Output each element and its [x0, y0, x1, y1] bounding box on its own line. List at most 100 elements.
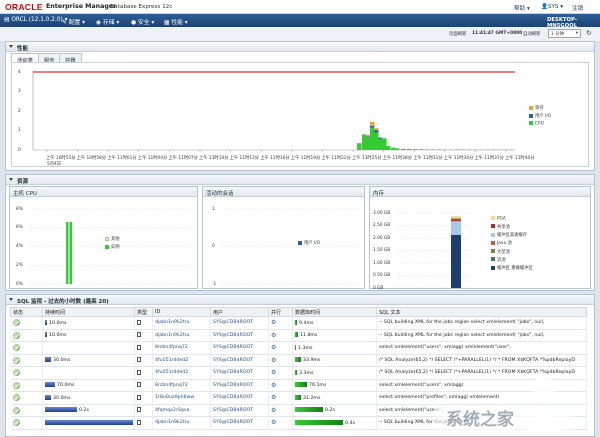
db-time-bar — [295, 344, 296, 350]
duration-value: 30.0ms — [53, 395, 71, 401]
col-duration[interactable]: 持续时间 — [42, 307, 135, 317]
user-link[interactable]: SYS@CDB$ROOT — [210, 366, 269, 380]
db-time-cell: 0.4s — [292, 416, 377, 430]
sessions-y-tick: -1 — [212, 281, 217, 287]
type-cell — [134, 391, 153, 405]
sql-text-cell: select xmlelement("users", xmlagg( xmlel… — [376, 341, 587, 355]
status-cell — [10, 341, 43, 355]
col-user[interactable]: 用户 — [210, 307, 269, 317]
sql-type-icon — [137, 419, 141, 425]
table-row[interactable]: 8rzbn4fpnq72 SYS@CDB$ROOT ⚙ 1.3ms select xml… — [10, 341, 587, 355]
sql-type-icon — [137, 369, 141, 375]
sql-text-cell: /* SQL Analyze(65,2) */ SELECT /*+PARALL… — [376, 354, 587, 367]
db-time-bar — [295, 419, 343, 425]
db-time-value: 9.4ms — [299, 320, 314, 326]
memory-bar-segment — [451, 218, 461, 219]
duration-cell: 10.0ms — [42, 329, 135, 342]
sql-id-link[interactable]: djabn1n9k2tru — [152, 329, 211, 342]
col-type[interactable]: 类型 — [134, 307, 153, 317]
memory-legend-label: 缓冲区 重做缓冲区 — [497, 266, 533, 272]
duration-cell: 0.2s — [42, 404, 135, 417]
duration-bar — [45, 407, 77, 413]
col-parallel[interactable]: 并行 — [268, 307, 293, 317]
sql-text-cell: -- SQL building XML for the jobs region … — [376, 316, 587, 330]
memory-legend-label: 大型池 — [497, 249, 510, 255]
user-link[interactable]: SYS@CDB$ROOT — [210, 391, 269, 405]
parallel-cell: ⚙ — [268, 366, 293, 380]
completed-check-icon — [12, 369, 20, 377]
memory-y-tick: 1.50 GB — [373, 248, 391, 253]
col-status[interactable]: 状态 — [10, 307, 43, 317]
col-sql-text[interactable]: SQL 文本 — [376, 307, 587, 317]
col-db-time[interactable]: 数据库时间 — [292, 307, 377, 317]
db-time-value: 11.8ms — [300, 333, 318, 339]
memory-bar-segment — [451, 235, 461, 288]
memory-legend-swatch — [491, 257, 495, 262]
completed-check-icon — [12, 406, 20, 414]
memory-legend-swatch — [491, 216, 495, 220]
sql-id-link[interactable]: djabn1n9k2tru — [152, 416, 211, 430]
memory-bar-segment — [451, 219, 461, 220]
memory-bar-segment — [451, 221, 461, 235]
duration-value: 30.0ms — [53, 358, 71, 364]
parallel-icon: ⚙ — [271, 319, 277, 327]
db-time-bar — [295, 332, 298, 338]
db-time-value: 0.2s — [325, 408, 335, 414]
user-link[interactable]: SYS@CDB$ROOT — [210, 341, 269, 355]
sql-id-link[interactable]: 4fqmqx2rSqva — [152, 404, 211, 417]
completed-check-icon — [12, 319, 20, 327]
cpu-y-tick: 0% — [16, 281, 23, 287]
parallel-cell: ⚙ — [268, 316, 293, 330]
db-time-cell: 76.1ms — [292, 379, 377, 392]
type-cell — [134, 366, 153, 380]
sql-id-link[interactable]: 4fu051rdded2 — [152, 366, 211, 380]
sql-id-link[interactable]: 8rzbn4fpnq72 — [152, 379, 211, 392]
memory-legend-item: 大型池 — [491, 249, 533, 255]
user-link[interactable]: SYS@CDB$ROOT — [210, 404, 269, 417]
user-link[interactable]: SYS@CDB$ROOT — [210, 316, 269, 330]
legend-instance-label: 实例 — [111, 245, 120, 250]
sql-id-link[interactable]: 8rzbn4fpnq72 — [152, 341, 211, 355]
user-link[interactable]: SYS@CDB$ROOT — [210, 354, 269, 367]
memory-legend-label: PGA — [497, 216, 506, 222]
memory-y-tick: 1.00 GB — [373, 260, 391, 266]
table-row[interactable]: 10.0ms djabn1n9k2tru SYS@CDB$ROOT ⚙ 9.4ms -- … — [10, 316, 587, 330]
db-time-cell: 33.9ms — [292, 354, 377, 367]
sql-id-link[interactable]: 4fu051rdded2 — [152, 354, 211, 367]
status-cell — [10, 366, 43, 380]
cpu-y-tick: 4% — [16, 244, 23, 249]
sql-id-link[interactable]: djabn1n9k2tru — [152, 316, 211, 330]
db-time-cell: 31.2ms — [292, 391, 377, 405]
sql-monitor-header[interactable]: SQL 监视 - 过去的小时数 (最高 20) — [6, 295, 594, 305]
duration-value: 10.0ms — [49, 333, 67, 339]
completed-check-icon — [12, 394, 20, 402]
parallel-cell: ⚙ — [268, 341, 293, 355]
col-id[interactable]: ID — [152, 307, 211, 317]
user-link[interactable]: SYS@CDB$ROOT — [210, 329, 269, 342]
parallel-cell: ⚙ — [268, 416, 293, 430]
sql-id-link[interactable]: 1r8u0ua9ph8ww — [152, 391, 211, 405]
duration-value: 10.0ms — [49, 320, 67, 326]
table-row[interactable]: 30.0ms 4fu051rdded2 SYS@CDB$ROOT ⚙ 33.9ms /* … — [10, 354, 587, 367]
status-cell — [10, 379, 43, 392]
legend-sessions-label: 用户 I/O — [304, 241, 321, 246]
db-time-cell: 1.3ms — [292, 341, 377, 355]
type-cell — [134, 379, 153, 392]
sql-type-icon — [137, 332, 141, 338]
parallel-icon: ⚙ — [271, 369, 277, 377]
parallel-cell: ⚙ — [268, 404, 293, 417]
db-time-bar — [295, 382, 307, 388]
table-row[interactable]: 10.0ms djabn1n9k2tru SYS@CDB$ROOT ⚙ 11.8ms --… — [10, 329, 587, 342]
db-time-cell: 11.8ms — [292, 329, 377, 342]
sql-type-icon — [137, 382, 141, 388]
parallel-cell: ⚙ — [268, 391, 293, 405]
duration-bar — [45, 319, 47, 325]
user-link[interactable]: SYS@CDB$ROOT — [210, 416, 269, 430]
type-cell — [134, 341, 153, 355]
memory-y-tick: 0.50 GB — [373, 273, 391, 278]
user-link[interactable]: SYS@CDB$ROOT — [210, 379, 269, 392]
db-time-bar — [295, 407, 323, 413]
duration-cell — [42, 366, 135, 380]
duration-bar — [45, 394, 51, 400]
memory-bar-segment — [451, 216, 461, 219]
